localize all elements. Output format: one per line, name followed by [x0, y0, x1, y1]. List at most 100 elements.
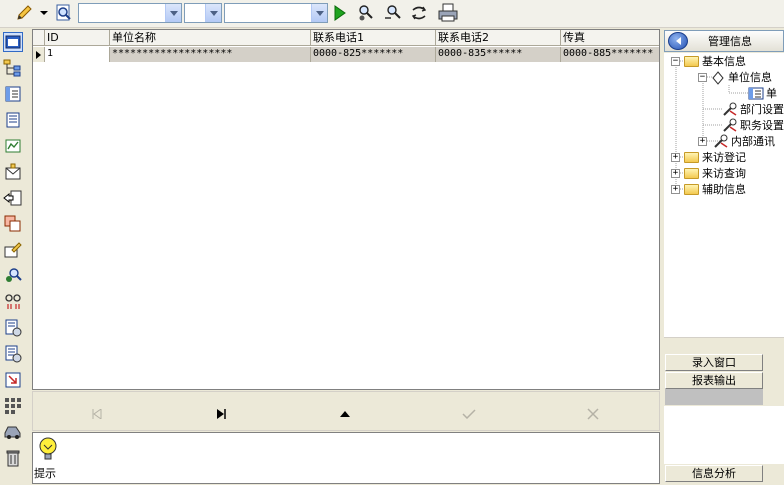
user-search-icon[interactable] [3, 266, 23, 286]
right-panel: 管理信息 − 基本信息 − 单位信息 单 部门设置 职务设置 + 内部通讯 + … [664, 29, 784, 485]
tree-item-unit-leaf[interactable]: 单 [748, 86, 777, 101]
tree-item-label: 内部通讯 [731, 135, 775, 148]
left-toolbar [0, 29, 30, 485]
tool-icon [723, 118, 737, 132]
column-header[interactable]: ID [45, 30, 110, 46]
doc-list-icon[interactable] [3, 344, 23, 364]
chart-icon[interactable] [3, 136, 23, 156]
tree-item-label: 基本信息 [702, 55, 746, 68]
column-header[interactable]: 单位名称 [110, 30, 311, 46]
folder-icon [684, 168, 699, 179]
grid-header: ID 单位名称 联系电话1 联系电话2 传真 [33, 30, 659, 46]
find-icon[interactable] [355, 3, 377, 23]
cancel-icon[interactable] [581, 406, 605, 422]
folder-icon [684, 184, 699, 195]
expand-icon[interactable]: + [671, 153, 680, 162]
entry-window-button[interactable]: 录入窗口 [665, 354, 763, 371]
post-icon[interactable] [457, 406, 481, 422]
back-arrow-icon[interactable] [668, 32, 688, 50]
link-icon[interactable] [3, 292, 23, 312]
main-toolbar [0, 0, 784, 28]
cell-phone1[interactable]: 0000-825******* [311, 47, 436, 62]
car-icon[interactable] [3, 422, 23, 442]
tree-item-visit-register[interactable]: + 来访登记 [671, 150, 746, 165]
tree-icon[interactable] [3, 58, 23, 78]
pencil-icon[interactable] [14, 3, 36, 23]
tree-item-dept-setting[interactable]: 部门设置 [722, 102, 784, 117]
print-icon[interactable] [436, 3, 460, 23]
value-combo[interactable] [224, 3, 328, 23]
tree-item-label: 来访登记 [702, 151, 746, 164]
dropdown-arrow-icon[interactable] [38, 3, 50, 23]
tree-item-label: 单位信息 [728, 71, 772, 84]
refresh-icon[interactable] [408, 3, 430, 23]
cell-id[interactable]: 1 [45, 47, 110, 62]
mail-icon[interactable] [3, 162, 23, 182]
run-icon[interactable] [332, 3, 348, 23]
chevron-down-icon[interactable] [311, 4, 327, 22]
cell-phone2[interactable]: 0000-835****** [436, 47, 561, 62]
expand-icon[interactable]: + [671, 169, 680, 178]
cell-fax[interactable]: 0000-885******* [561, 47, 659, 62]
collapse-icon[interactable]: − [698, 73, 707, 82]
tool-icon [714, 134, 728, 148]
grid-icon[interactable] [3, 396, 23, 416]
last-record-icon[interactable] [209, 406, 233, 422]
panel-title: 管理信息 [708, 35, 752, 48]
tree-item-label: 单 [766, 87, 777, 100]
folder-icon [684, 152, 699, 163]
panel-divider [664, 337, 784, 352]
insert-icon[interactable] [333, 406, 357, 422]
column-header[interactable]: 传真 [561, 30, 659, 46]
expand-icon[interactable]: + [671, 185, 680, 194]
chevron-down-icon[interactable] [205, 4, 221, 22]
edit-icon[interactable] [3, 240, 23, 260]
doc-settings-icon[interactable] [3, 318, 23, 338]
import-icon[interactable] [3, 370, 23, 390]
search-preview-icon[interactable] [53, 3, 75, 23]
row-indicator-icon [33, 47, 45, 62]
panel-header: 管理信息 [664, 30, 784, 52]
panel-empty-area [664, 406, 784, 464]
list-icon[interactable] [3, 84, 23, 104]
trash-icon[interactable] [3, 448, 23, 468]
tree-item-basic-info[interactable]: − 基本信息 [671, 54, 746, 69]
record-navigator [32, 391, 660, 431]
data-grid[interactable]: ID 单位名称 联系电话1 联系电话2 传真 1 ***************… [32, 29, 660, 390]
cell-unit-name[interactable]: ******************** [110, 47, 311, 62]
tree-item-visit-query[interactable]: + 来访查询 [671, 166, 746, 181]
tree-item-label: 部门设置 [740, 103, 784, 116]
column-header[interactable]: 联系电话2 [436, 30, 561, 46]
window-icon[interactable] [3, 32, 23, 52]
tree-item-unit-info[interactable]: − 单位信息 [698, 70, 772, 85]
operator-combo[interactable] [184, 3, 222, 23]
navigation-tree: − 基本信息 − 单位信息 单 部门设置 职务设置 + 内部通讯 + 来访登记 … [664, 53, 784, 337]
tree-item-label: 来访查询 [702, 167, 746, 180]
tree-item-aux-info[interactable]: + 辅助信息 [671, 182, 746, 197]
copy-icon[interactable] [3, 214, 23, 234]
chevron-down-icon[interactable] [165, 4, 181, 22]
document-icon[interactable] [3, 110, 23, 130]
panel-spacer [665, 389, 763, 405]
tool-icon [723, 102, 737, 116]
tree-item-position-setting[interactable]: 职务设置 [722, 118, 784, 133]
first-record-icon[interactable] [85, 406, 109, 422]
field-combo[interactable] [78, 3, 182, 23]
column-header[interactable]: 联系电话1 [311, 30, 436, 46]
find-next-icon[interactable] [382, 3, 404, 23]
info-analysis-button[interactable]: 信息分析 [665, 465, 763, 482]
collapse-icon[interactable]: − [671, 57, 680, 66]
report-output-button[interactable]: 报表输出 [665, 372, 763, 389]
node-icon [712, 70, 724, 85]
export-icon[interactable] [3, 188, 23, 208]
tree-item-internal-comm[interactable]: + 内部通讯 [698, 134, 775, 149]
hint-label: 提示 [34, 467, 56, 480]
tree-item-label: 职务设置 [740, 119, 784, 132]
lightbulb-icon [35, 435, 61, 463]
form-icon [748, 87, 764, 100]
table-row[interactable]: 1 ******************** 0000-825******* 0… [33, 47, 659, 62]
expand-icon[interactable]: + [698, 137, 707, 146]
tree-item-label: 辅助信息 [702, 183, 746, 196]
hint-panel: 提示 [32, 432, 660, 484]
folder-open-icon [684, 56, 699, 67]
